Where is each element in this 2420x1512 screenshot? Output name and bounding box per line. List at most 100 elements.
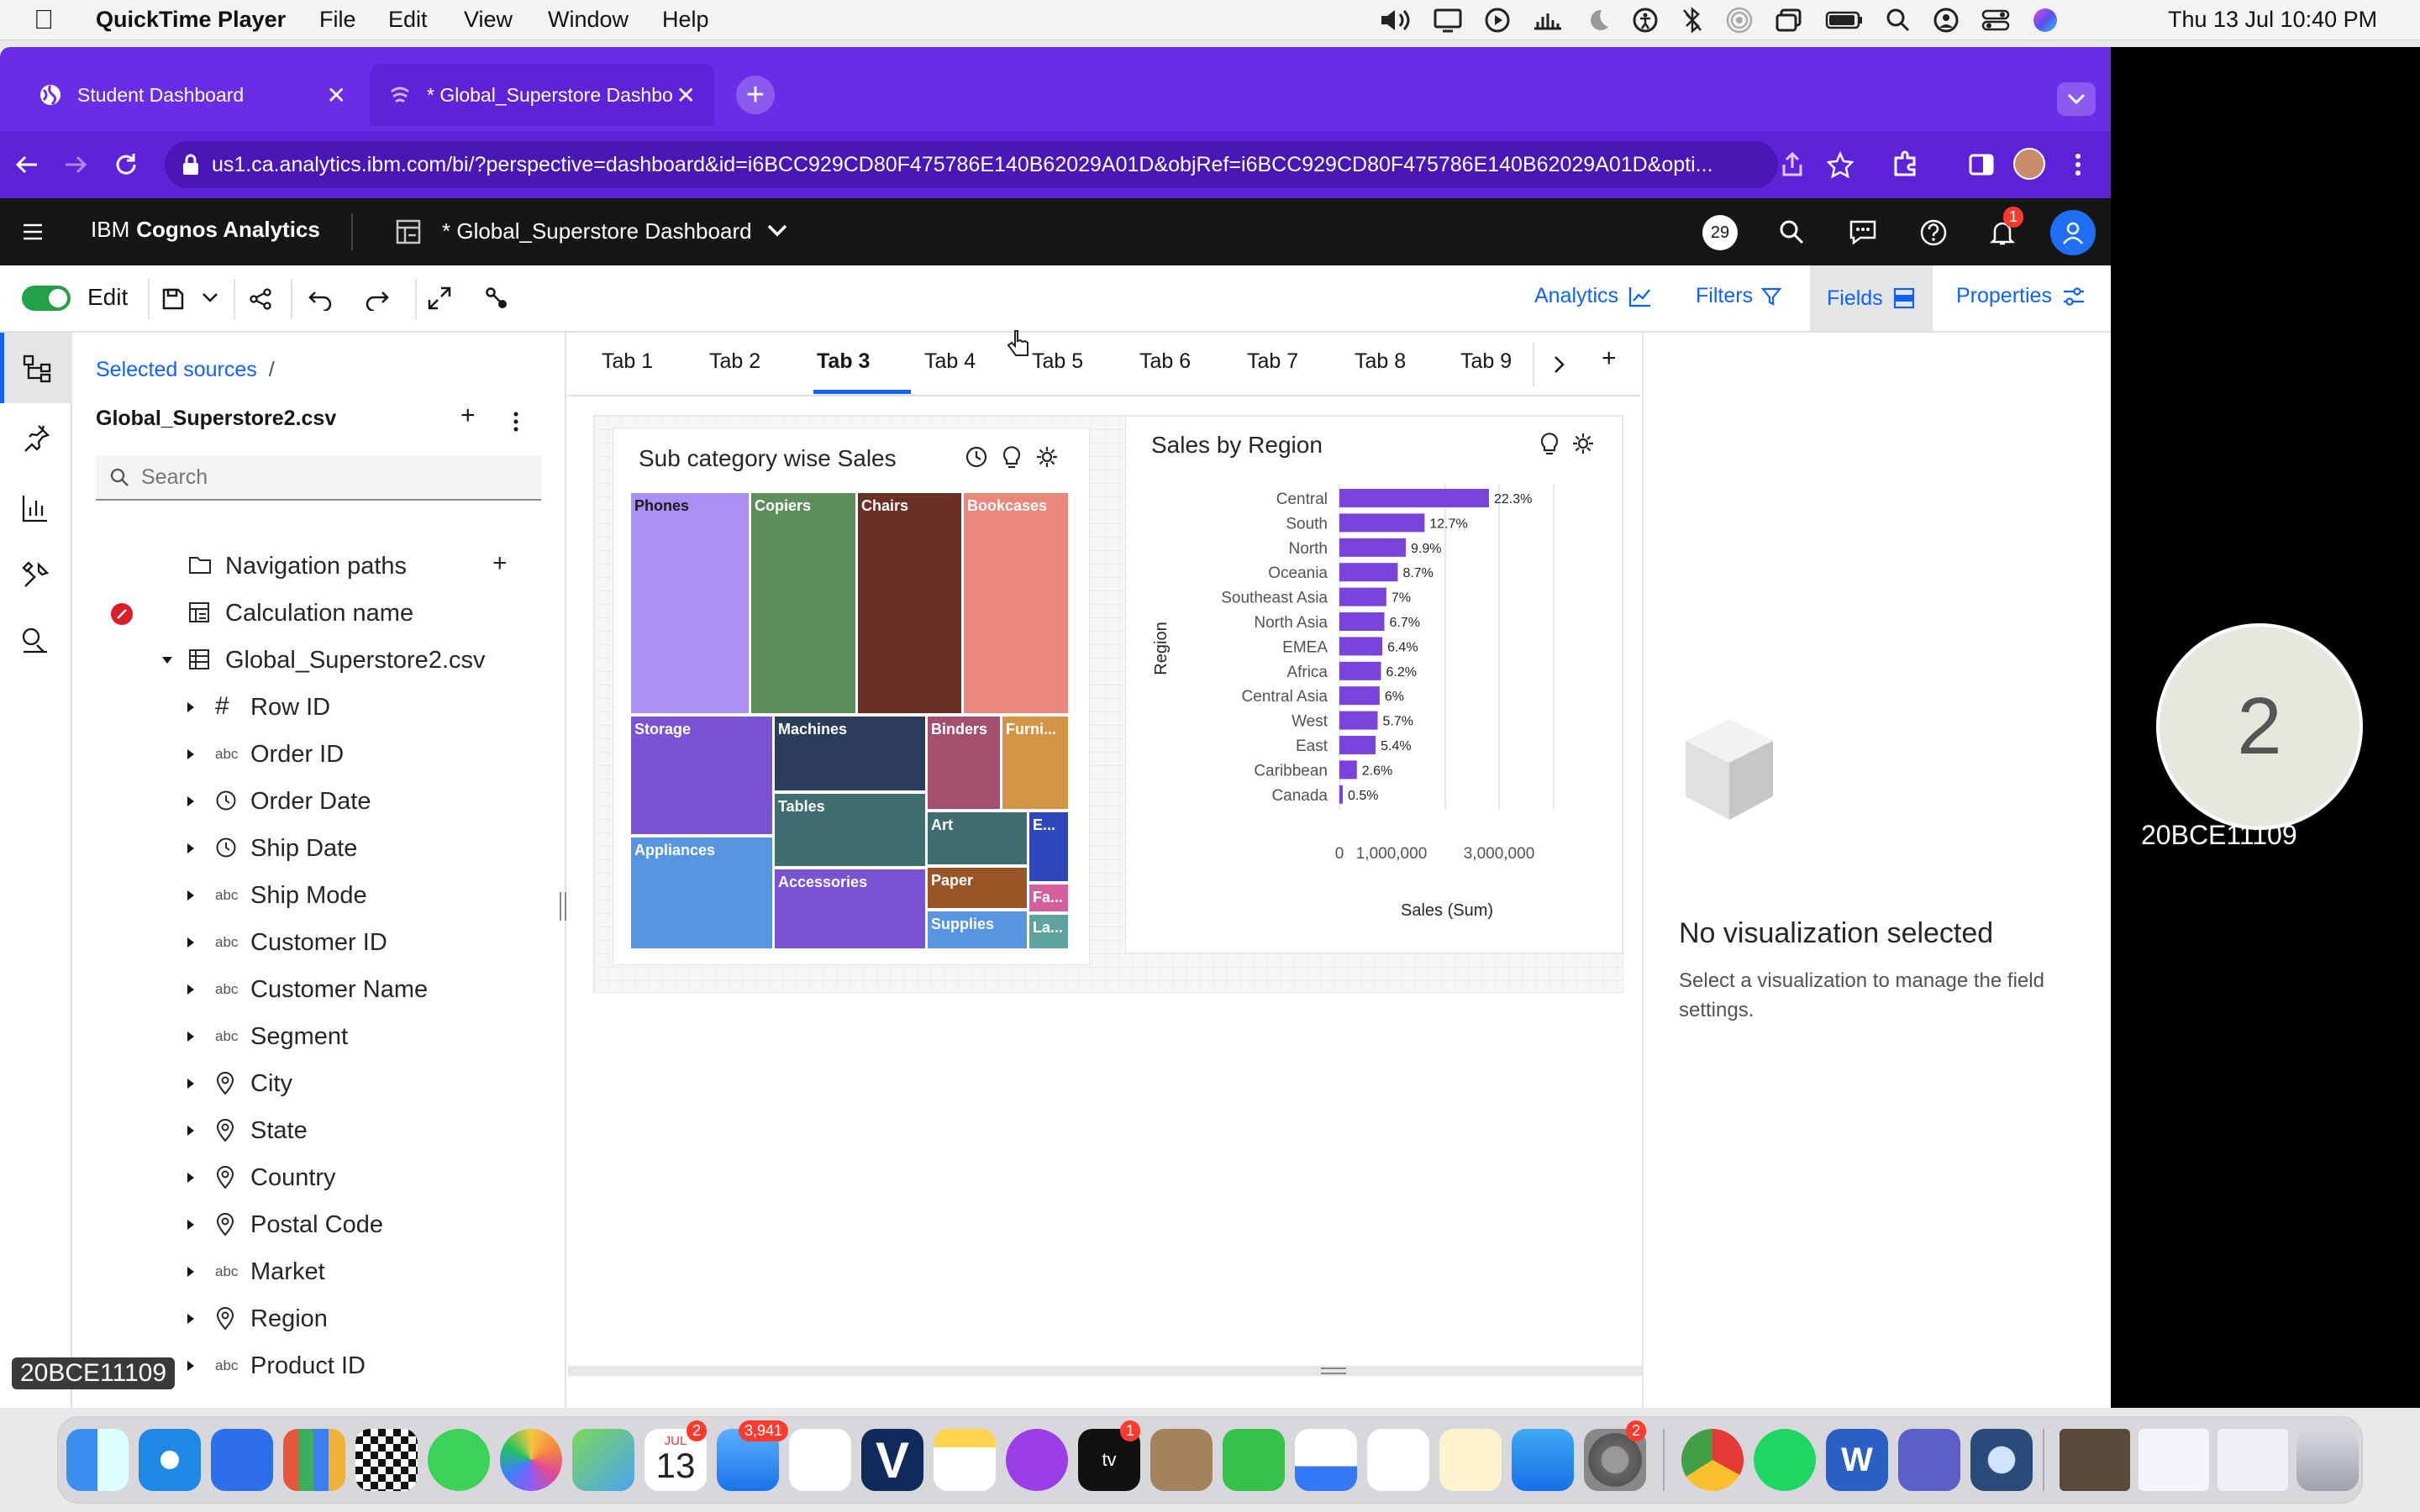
tree-row[interactable]: Navigation paths + xyxy=(72,543,566,590)
bar[interactable] xyxy=(1339,760,1357,780)
recent-window-2[interactable] xyxy=(2139,1429,2209,1491)
menu-file[interactable]: File xyxy=(319,7,356,33)
tree-row[interactable]: abc Order ID xyxy=(72,731,566,778)
apple-icon[interactable]:  xyxy=(34,4,54,35)
profile-avatar[interactable] xyxy=(2013,148,2045,180)
tab-search-button[interactable] xyxy=(2057,82,2096,116)
treemap-cell[interactable]: Paper xyxy=(926,866,1028,910)
extensions-icon[interactable] xyxy=(1891,150,1919,178)
control-center-icon[interactable] xyxy=(1981,7,2010,34)
caret-right-icon[interactable] xyxy=(185,1172,197,1184)
more-vertical-icon[interactable] xyxy=(2072,151,2084,178)
menu-edit[interactable]: Edit xyxy=(388,7,428,33)
insights-bulb-icon[interactable] xyxy=(1539,432,1560,455)
treemap-cell[interactable]: Machines xyxy=(773,715,927,792)
user-switch-icon[interactable] xyxy=(1933,7,1960,34)
caret-right-icon[interactable] xyxy=(185,937,197,948)
caret-down-icon[interactable] xyxy=(161,654,173,666)
maps-icon[interactable] xyxy=(572,1429,634,1491)
treemap-cell[interactable]: Supplies xyxy=(926,910,1028,949)
settings-gear-icon[interactable] xyxy=(1035,445,1059,469)
tree-row[interactable]: City xyxy=(72,1060,566,1107)
hamburger-icon[interactable] xyxy=(22,222,44,242)
facetime-icon[interactable] xyxy=(1223,1429,1285,1491)
vscode-like-app-icon[interactable]: V xyxy=(861,1429,923,1491)
canvas-tab[interactable]: Tab 4 xyxy=(924,349,976,374)
chevron-right-icon[interactable] xyxy=(1553,354,1566,375)
bar[interactable] xyxy=(1339,489,1489,507)
history-icon[interactable] xyxy=(965,445,988,469)
add-source-button[interactable]: + xyxy=(460,402,476,430)
chevron-down-icon[interactable] xyxy=(202,292,218,304)
reload-icon[interactable] xyxy=(113,151,139,178)
treemap-cell[interactable]: Appliances xyxy=(630,836,774,949)
treemap-cell[interactable]: La... xyxy=(1028,913,1069,949)
quicktime-icon[interactable] xyxy=(1970,1429,2033,1491)
browser-tab-student-dashboard[interactable]: Student Dashboard ✕ xyxy=(20,64,365,126)
caret-right-icon[interactable] xyxy=(185,1078,197,1089)
treemap-cell[interactable]: Bookcases xyxy=(962,492,1069,715)
treemap-cell[interactable]: Phones xyxy=(630,492,750,715)
breadcrumb-selected-sources[interactable]: Selected sources xyxy=(96,358,257,382)
notes-icon[interactable] xyxy=(934,1429,996,1491)
canvas-tab[interactable]: Tab 7 xyxy=(1247,349,1298,374)
tree-row[interactable]: Global_Superstore2.csv xyxy=(72,637,566,684)
screens-icon[interactable] xyxy=(1775,7,1803,34)
finder-icon[interactable] xyxy=(66,1429,129,1491)
reminders-icon[interactable] xyxy=(789,1429,851,1491)
tree-row[interactable]: State xyxy=(72,1107,566,1154)
search-icon[interactable] xyxy=(1778,218,1805,245)
caret-right-icon[interactable] xyxy=(185,1031,197,1042)
filters-tab[interactable]: Filters xyxy=(1696,284,1782,308)
moon-icon[interactable] xyxy=(1585,7,1610,34)
bar[interactable] xyxy=(1339,736,1376,754)
canvas-tab[interactable]: Tab 8 xyxy=(1355,349,1406,374)
caret-right-icon[interactable] xyxy=(185,984,197,995)
volume-icon[interactable] xyxy=(1378,7,1412,34)
pin-icon[interactable] xyxy=(22,423,50,452)
airdrop-icon[interactable] xyxy=(1726,7,1753,34)
back-icon[interactable] xyxy=(13,151,40,178)
redo-icon[interactable] xyxy=(365,287,390,311)
canvas-tab[interactable]: Tab 3 xyxy=(813,349,911,394)
insights-bulb-icon[interactable] xyxy=(1002,445,1022,469)
caret-right-icon[interactable] xyxy=(185,748,197,760)
recent-window-3[interactable] xyxy=(2217,1429,2288,1491)
widgets-icon[interactable] xyxy=(22,561,50,590)
settings-gear-icon[interactable] xyxy=(1571,432,1595,455)
tree-row[interactable]: Region xyxy=(72,1295,566,1342)
chat-icon[interactable] xyxy=(1849,218,1877,245)
launchpad-icon[interactable] xyxy=(283,1429,345,1491)
canvas-tab[interactable]: Tab 6 xyxy=(1139,349,1191,374)
bar[interactable] xyxy=(1339,587,1386,606)
add-navigation-path-button[interactable]: + xyxy=(492,549,508,578)
close-tab-icon[interactable]: ✕ xyxy=(676,81,696,109)
battery-icon[interactable] xyxy=(1825,7,1864,34)
address-bar[interactable]: us1.ca.analytics.ibm.com/bi/?perspective… xyxy=(165,141,1778,188)
bar-chart-widget[interactable]: Sales by Region Central 22.3% South 12.7% No… xyxy=(1125,416,1623,953)
tree-row[interactable]: Postal Code xyxy=(72,1201,566,1248)
fullscreen-icon[interactable] xyxy=(427,286,452,311)
activity-icon[interactable] xyxy=(1533,7,1563,34)
treemap-chart[interactable]: Phones Copiers Chairs Bookcases Storage Machi… xyxy=(630,492,1069,949)
undo-icon[interactable] xyxy=(308,287,333,311)
add-tab-button[interactable]: + xyxy=(1602,344,1617,373)
new-tab-button[interactable]: + xyxy=(736,76,775,114)
browser-tab-superstore[interactable]: * Global_Superstore Dashbo ✕ xyxy=(370,64,714,126)
panel-resize-handle[interactable] xyxy=(560,892,566,921)
tree-row[interactable]: abc Segment xyxy=(72,1013,566,1060)
keynote-icon[interactable] xyxy=(1295,1429,1357,1491)
accessibility-icon[interactable] xyxy=(1632,7,1659,34)
bar-chart[interactable]: Central 22.3% South 12.7% North 9.9% Oceania 8.… xyxy=(1126,475,1623,946)
bar[interactable] xyxy=(1339,513,1425,533)
bar[interactable] xyxy=(1339,686,1380,706)
caret-right-icon[interactable] xyxy=(185,843,197,854)
chrome-icon[interactable] xyxy=(1681,1429,1744,1491)
play-icon[interactable] xyxy=(1484,7,1511,34)
treemap-cell[interactable]: Furni... xyxy=(1001,715,1069,811)
tree-row[interactable]: abc Customer ID xyxy=(72,919,566,966)
siri-icon[interactable] xyxy=(2032,7,2059,34)
menu-window[interactable]: Window xyxy=(548,7,629,33)
properties-tab[interactable]: Properties xyxy=(1956,284,2086,308)
treemap-cell[interactable]: Binders xyxy=(926,715,1002,811)
